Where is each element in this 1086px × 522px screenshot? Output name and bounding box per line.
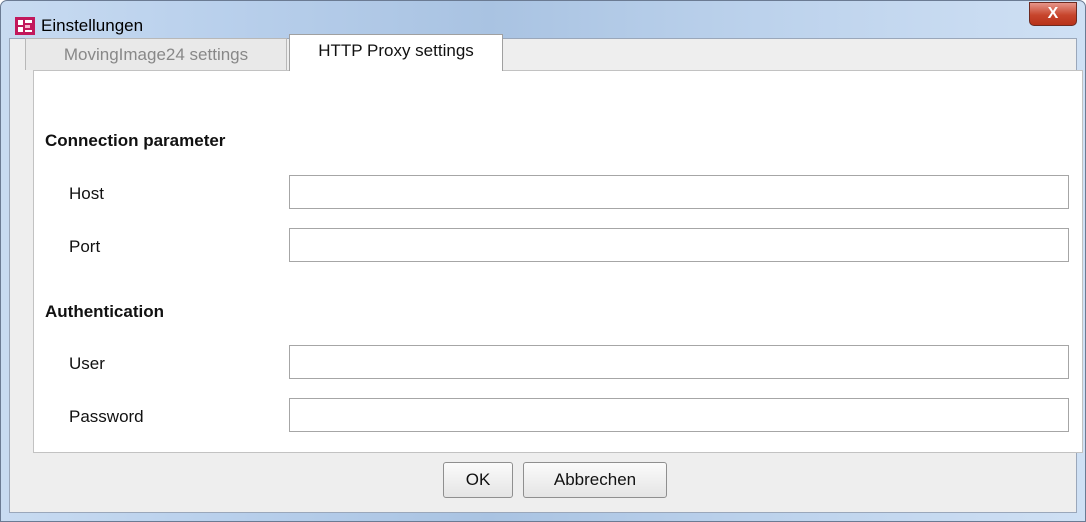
cancel-button[interactable]: Abbrechen <box>523 462 667 498</box>
host-input[interactable] <box>289 175 1069 209</box>
tab-http-proxy-settings[interactable]: HTTP Proxy settings <box>289 34 503 71</box>
title-bar[interactable]: Einstellungen X <box>1 1 1085 37</box>
authentication-heading: Authentication <box>45 302 164 321</box>
port-label: Port <box>69 237 101 256</box>
app-logo-icon <box>15 17 35 35</box>
port-input[interactable] <box>289 228 1069 262</box>
close-icon: X <box>1047 5 1059 22</box>
connection-parameter-heading: Connection parameter <box>45 131 226 150</box>
close-button[interactable]: X <box>1029 2 1077 26</box>
password-input[interactable] <box>289 398 1069 432</box>
window-title: Einstellungen <box>41 16 144 35</box>
host-label: Host <box>69 184 104 203</box>
password-label: Password <box>69 407 144 426</box>
user-label: User <box>69 354 105 373</box>
tab-movingimage24-settings[interactable]: MovingImage24 settings <box>25 38 287 70</box>
ok-button[interactable]: OK <box>443 462 513 498</box>
user-input[interactable] <box>289 345 1069 379</box>
settings-dialog: Einstellungen X MovingImage24 settings H… <box>0 0 1086 522</box>
